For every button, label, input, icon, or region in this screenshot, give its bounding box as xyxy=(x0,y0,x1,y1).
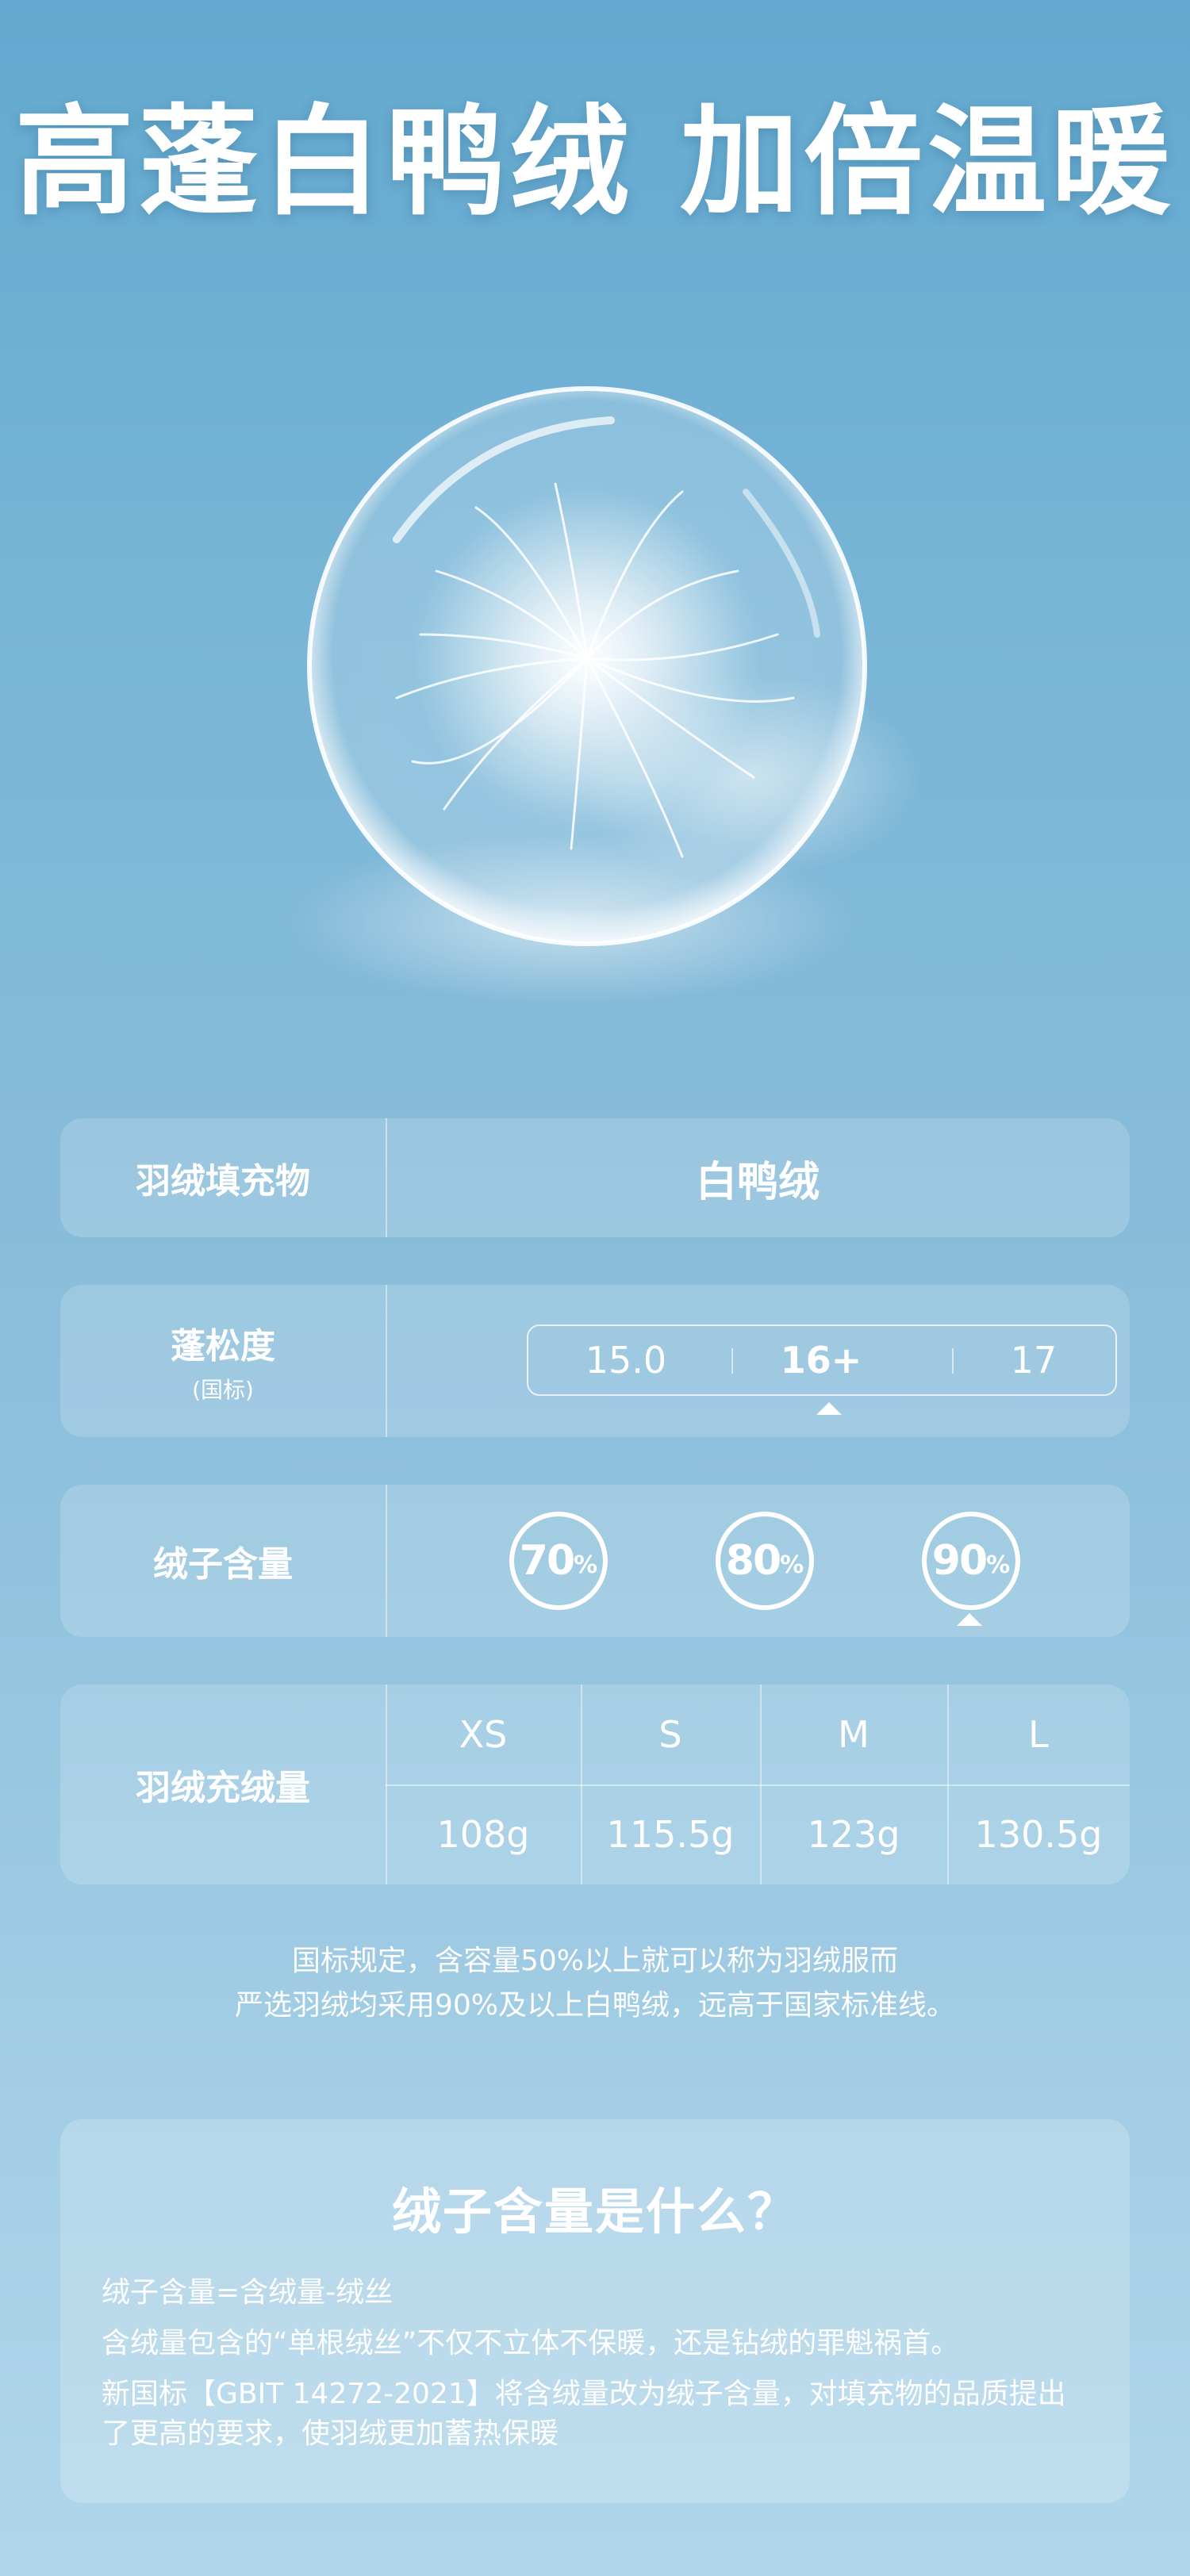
down-content-label: 绒子含量 xyxy=(60,1485,387,1637)
triangle-up-icon xyxy=(957,1613,982,1626)
weight-cell: 130.5g xyxy=(974,1813,1103,1856)
percent-unit: % xyxy=(986,1551,1011,1579)
size-header: M xyxy=(838,1713,869,1756)
percent-badge-80[interactable]: 80% xyxy=(716,1512,814,1610)
loft-option[interactable]: 17 xyxy=(952,1326,1115,1394)
weight-cell: 115.5g xyxy=(606,1813,735,1856)
faq-paragraph: 新国标【GBIT 14272-2021】将含绒量改为绒子含量，对填充物的品质提出… xyxy=(102,2378,1066,2450)
faq-paragraph: 含绒量包含的“单根绒丝”不仅不立体不保暖，还是钻绒的罪魁祸首。 xyxy=(102,2327,960,2359)
loft-label: 蓬松度 xyxy=(171,1326,275,1367)
size-header: S xyxy=(658,1713,682,1756)
loft-option-selected[interactable]: 16+ xyxy=(731,1326,911,1394)
down-content-row: 绒子含量 70% 80% 90% xyxy=(60,1485,1130,1637)
percent-value: 70 xyxy=(519,1537,575,1585)
percent-unit: % xyxy=(574,1551,598,1579)
size-header: L xyxy=(1028,1713,1049,1756)
percent-value: 90 xyxy=(931,1537,988,1585)
page-title: 高蓬白鸭绒 加倍温暖 xyxy=(14,94,1176,232)
down-feather-orb-icon xyxy=(238,333,952,1047)
weight-cell: 123g xyxy=(807,1813,900,1856)
percent-unit: % xyxy=(780,1551,804,1579)
percent-value: 80 xyxy=(725,1537,781,1585)
loft-row: 蓬松度 (国标) 15.0 16+ 17 xyxy=(60,1285,1130,1437)
standard-note-line2: 严选羽绒均采用90%及以上白鸭绒，远高于国家标准线。 xyxy=(234,1989,956,2022)
filling-row: 羽绒填充物 白鸭绒 xyxy=(60,1118,1130,1237)
loft-label-group: 蓬松度 (国标) xyxy=(60,1285,387,1437)
loft-selector: 15.0 16+ 17 xyxy=(527,1324,1117,1396)
filling-label: 羽绒填充物 xyxy=(60,1118,387,1237)
faq-paragraph: 绒子含量=含绒量-绒丝 xyxy=(102,2276,393,2309)
weight-cell: 108g xyxy=(436,1813,530,1856)
percent-badge-70[interactable]: 70% xyxy=(509,1512,608,1610)
percent-badge-90[interactable]: 90% xyxy=(922,1512,1020,1610)
triangle-up-icon xyxy=(816,1402,842,1415)
standard-note-line1: 国标规定，含容量50%以上就可以称为羽绒服而 xyxy=(291,1945,899,1977)
size-header: XS xyxy=(459,1713,508,1756)
fill-weight-row: 羽绒充绒量 XS S M L 108g 115.5g 123g 130.5g xyxy=(60,1685,1130,1884)
faq-card: 绒子含量是什么？ 绒子含量=含绒量-绒丝 含绒量包含的“单根绒丝”不仅不立体不保… xyxy=(60,2119,1130,2503)
faq-title: 绒子含量是什么？ xyxy=(391,2183,798,2241)
loft-sublabel: (国标) xyxy=(192,1377,254,1403)
filling-value: 白鸭绒 xyxy=(695,1158,820,1206)
loft-option[interactable]: 15.0 xyxy=(528,1326,724,1394)
fill-weight-label: 羽绒充绒量 xyxy=(60,1685,387,1884)
